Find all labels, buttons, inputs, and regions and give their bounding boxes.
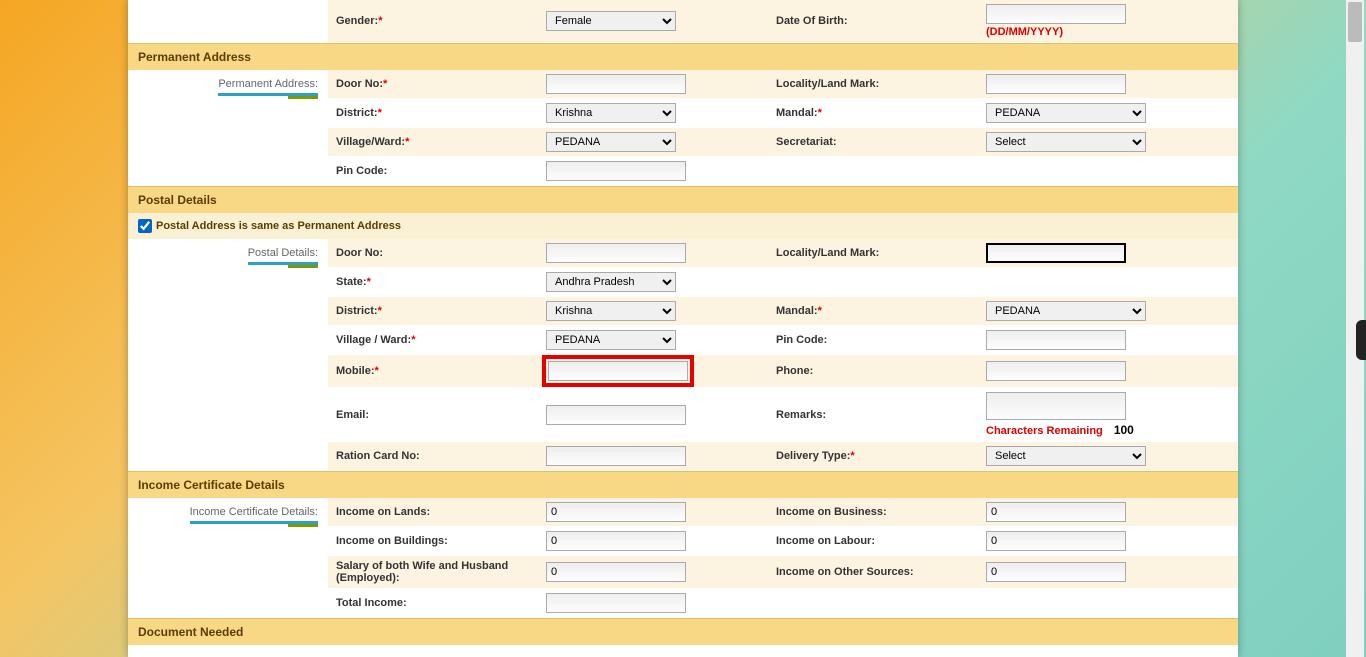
document-header: Document Needed — [128, 618, 1238, 645]
postal-district-label: District: — [336, 305, 378, 317]
permanent-address-header: Permanent Address — [128, 43, 1238, 70]
postal-district-select[interactable]: Krishna — [546, 301, 676, 321]
postal-delivery-select[interactable]: Select — [986, 446, 1146, 466]
postal-side-label: Postal Details: — [248, 247, 318, 265]
perm-mandal-label: Mandal: — [776, 107, 818, 119]
postal-pincode-label: Pin Code: — [768, 326, 978, 354]
perm-pincode-label: Pin Code: — [328, 157, 538, 185]
postal-delivery-label: Delivery Type: — [776, 450, 850, 462]
postal-same-label: Postal Address is same as Permanent Addr… — [156, 220, 401, 232]
income-salary-input[interactable] — [546, 562, 686, 582]
income-lands-label: Income on Lands: — [328, 498, 538, 526]
scrollbar-thumb[interactable] — [1348, 2, 1362, 42]
perm-mandal-select[interactable]: PEDANA — [986, 103, 1146, 123]
perm-village-label: Village/Ward: — [336, 136, 405, 148]
income-total-label: Total Income: — [328, 589, 538, 617]
personal-section: Gender:* Female Date Of Birth: (DD/MM/YY… — [128, 0, 1238, 43]
income-header: Income Certificate Details — [128, 471, 1238, 498]
income-grid: Income Certificate Details: Income on La… — [128, 498, 1238, 618]
postal-grid: Postal Details: Door No: Locality/Land M… — [128, 239, 1238, 471]
perm-district-select[interactable]: Krishna — [546, 103, 676, 123]
income-labour-label: Income on Labour: — [768, 527, 978, 555]
mobile-highlight — [542, 355, 694, 387]
income-total-input[interactable] — [546, 593, 686, 613]
income-lands-input[interactable] — [546, 502, 686, 522]
perm-secretariat-label: Secretariat: — [768, 128, 978, 156]
perm-secretariat-select[interactable]: Select — [986, 132, 1146, 152]
dob-hint: (DD/MM/YYYY) — [986, 26, 1126, 38]
postal-ration-input[interactable] — [546, 446, 686, 466]
postal-locality-label: Locality/Land Mark: — [768, 239, 978, 267]
postal-phone-input[interactable] — [986, 361, 1126, 381]
postal-pincode-input[interactable] — [986, 330, 1126, 350]
postal-email-label: Email: — [328, 388, 538, 441]
dob-input[interactable] — [986, 4, 1126, 24]
form-container: Gender:* Female Date Of Birth: (DD/MM/YY… — [128, 0, 1238, 657]
dob-label: Date Of Birth: — [768, 0, 978, 42]
postal-door-label: Door No: — [328, 239, 538, 267]
postal-state-label: State: — [336, 276, 367, 288]
postal-phone-label: Phone: — [768, 355, 978, 387]
gender-label: Gender:* — [328, 0, 538, 42]
postal-ration-label: Ration Card No: — [328, 442, 538, 470]
char-count: 100 — [1114, 423, 1134, 437]
perm-door-label: Door No: — [336, 78, 383, 90]
side-tab-icon[interactable] — [1356, 320, 1366, 360]
postal-state-select[interactable]: Andhra Pradesh — [546, 272, 676, 292]
gender-select[interactable]: Female — [546, 11, 676, 31]
income-business-input[interactable] — [986, 502, 1126, 522]
income-other-label: Income on Other Sources: — [768, 556, 978, 588]
postal-village-select[interactable]: PEDANA — [546, 330, 676, 350]
perm-door-input[interactable] — [546, 74, 686, 94]
income-buildings-input[interactable] — [546, 531, 686, 551]
income-other-input[interactable] — [986, 562, 1126, 582]
perm-pincode-input[interactable] — [546, 161, 686, 181]
postal-village-label: Village / Ward: — [336, 334, 411, 346]
postal-mobile-label: Mobile: — [336, 365, 375, 377]
permanent-address-grid: Permanent Address: Door No:* Locality/La… — [128, 70, 1238, 186]
postal-locality-input[interactable] — [986, 243, 1126, 263]
perm-locality-input[interactable] — [986, 74, 1126, 94]
income-side-label: Income Certificate Details: — [190, 506, 318, 524]
perm-district-label: District: — [336, 107, 378, 119]
postal-header: Postal Details — [128, 186, 1238, 213]
postal-mandal-select[interactable]: PEDANA — [986, 301, 1146, 321]
income-buildings-label: Income on Buildings: — [328, 527, 538, 555]
postal-mandal-label: Mandal: — [776, 305, 818, 317]
postal-same-checkbox[interactable] — [138, 219, 152, 233]
income-labour-input[interactable] — [986, 531, 1126, 551]
postal-remarks-textarea[interactable] — [986, 392, 1126, 420]
postal-mobile-input[interactable] — [548, 361, 688, 381]
permanent-side-label: Permanent Address: — [218, 78, 318, 96]
perm-locality-label: Locality/Land Mark: — [768, 70, 978, 98]
char-remaining-label: Characters Remaining — [986, 425, 1103, 437]
perm-village-select[interactable]: PEDANA — [546, 132, 676, 152]
postal-same-row: Postal Address is same as Permanent Addr… — [128, 213, 1238, 239]
postal-door-input[interactable] — [546, 243, 686, 263]
income-business-label: Income on Business: — [768, 498, 978, 526]
income-salary-label: Salary of both Wife and Husband (Employe… — [328, 556, 538, 588]
postal-email-input[interactable] — [546, 405, 686, 425]
postal-remarks-label: Remarks: — [768, 388, 978, 441]
